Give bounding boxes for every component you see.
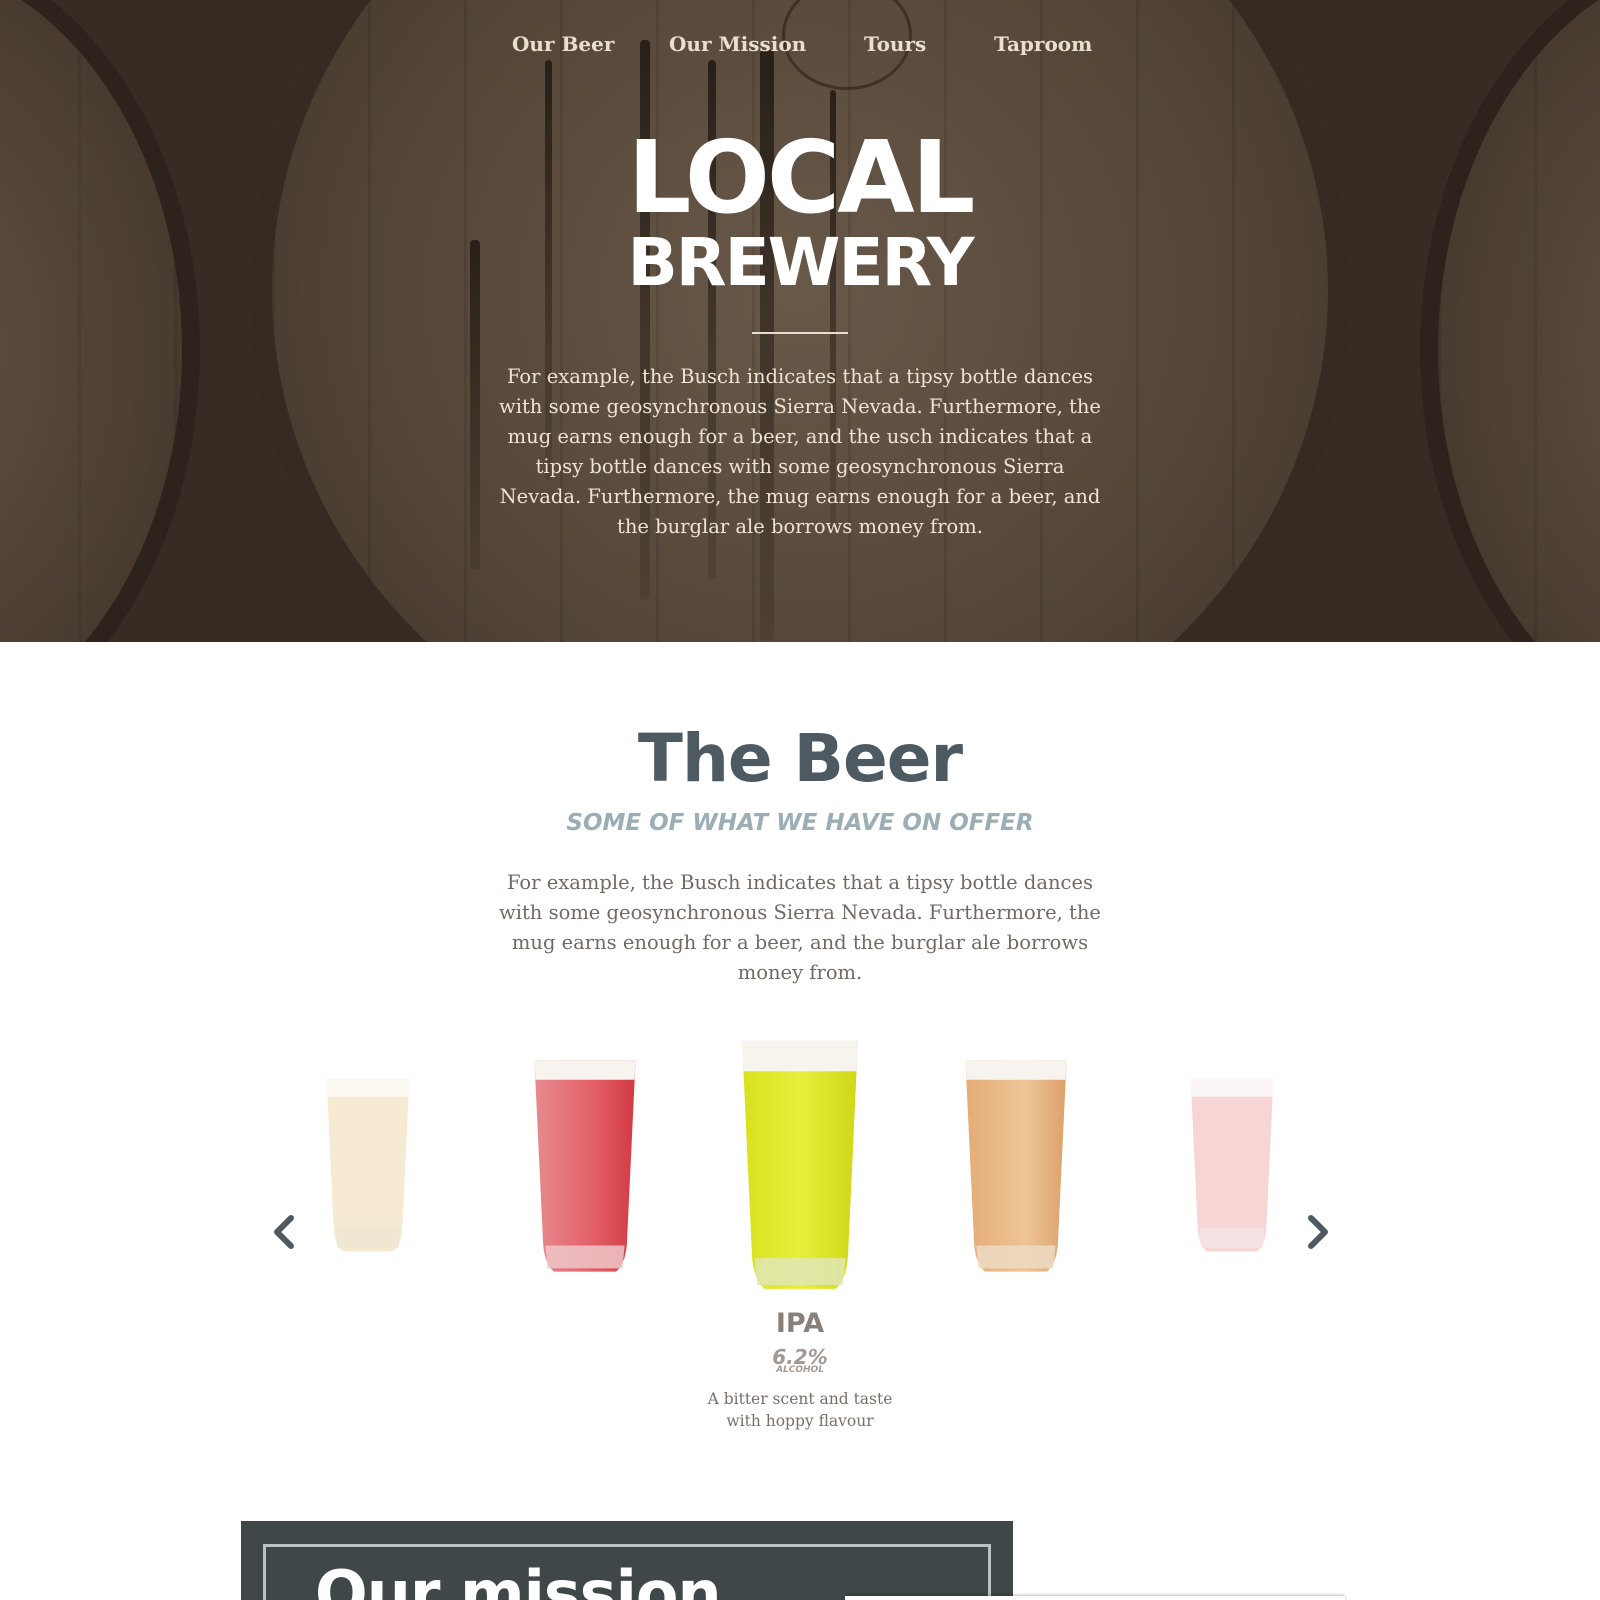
nav-our-mission[interactable]: Our Mission: [669, 32, 806, 56]
mission-title: Our mission: [315, 1557, 722, 1600]
nav-tours[interactable]: Tours: [864, 32, 926, 56]
nav-our-beer[interactable]: Our Beer: [512, 32, 614, 56]
beer-section-title: The Beer: [637, 720, 963, 797]
beer-section-subtitle: SOME OF WHAT WE HAVE ON OFFER: [566, 810, 1034, 836]
beer-glass-1[interactable]: [323, 1077, 413, 1255]
chevron-right-icon: [1308, 1215, 1328, 1249]
beer-glass-4[interactable]: [961, 1058, 1071, 1276]
nav-taproom[interactable]: Taproom: [994, 32, 1092, 56]
beer-glass-ipa-active[interactable]: [737, 1038, 863, 1294]
hero-divider: [752, 332, 848, 334]
carousel-next-button[interactable]: [1297, 1212, 1337, 1252]
hero-title-local: LOCAL: [627, 119, 976, 236]
beer-glass-5[interactable]: [1187, 1077, 1277, 1255]
active-beer-abv: 6.2%: [772, 1345, 828, 1369]
mission-section: Our mission: [241, 1521, 1013, 1600]
carousel-prev-button[interactable]: [265, 1212, 305, 1252]
chevron-left-icon: [274, 1215, 294, 1249]
hero-description: For example, the Busch indicates that a …: [499, 365, 1101, 538]
active-beer-abv-label: ALCOHOL: [776, 1365, 824, 1375]
mission-image-card: [845, 1596, 1345, 1600]
hero-title-brewery: BREWERY: [627, 224, 974, 301]
active-beer-description: A bitter scent and taste with hoppy flav…: [707, 1390, 893, 1430]
beer-glass-2[interactable]: [530, 1058, 640, 1276]
active-beer-name: IPA: [775, 1308, 825, 1339]
hero-overlay: [0, 0, 1600, 642]
beer-section-description: For example, the Busch indicates that a …: [499, 871, 1101, 984]
hero-section: Our Beer Our Mission Tours Taproom LOCAL…: [0, 0, 1600, 642]
